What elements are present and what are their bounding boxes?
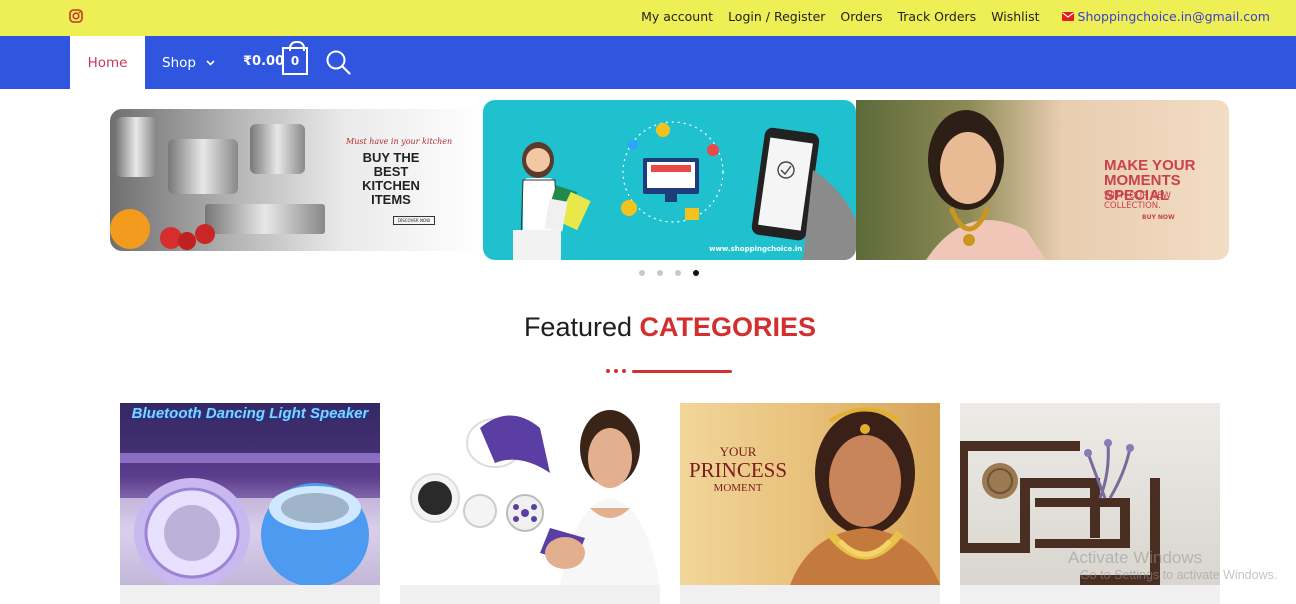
slide2-website: www.shoppingchoice.in <box>709 245 803 253</box>
heading-accent: CATEGORIES <box>639 312 817 342</box>
slide-online-shopping[interactable]: www.shoppingchoice.in <box>483 100 856 260</box>
wishlist-link[interactable]: Wishlist <box>991 9 1039 24</box>
slide3-subline: WITH OUR NEW COLLECTION. <box>1104 191 1171 211</box>
windows-activation-watermark: Activate Windows Go to Settings to activ… <box>1068 548 1277 582</box>
orange-image <box>110 209 150 249</box>
mail-icon <box>1061 12 1074 21</box>
email-text: Shoppingchoice.in@gmail.com <box>1077 9 1270 24</box>
tomato-image <box>195 224 215 244</box>
nav-shop-label: Shop <box>162 54 196 71</box>
featured-categories-heading: Featured CATEGORIES <box>0 312 1296 343</box>
tomato-image <box>178 232 196 250</box>
category-caption-bar <box>680 585 940 604</box>
underline-dot <box>614 369 618 373</box>
search-icon[interactable] <box>325 49 351 75</box>
track-orders-link[interactable]: Track Orders <box>897 9 976 24</box>
slider-dot-3[interactable] <box>675 270 681 276</box>
category-caption-bar <box>400 585 660 604</box>
top-links: My account Login / Register Orders Track… <box>626 9 1270 24</box>
top-bar: My account Login / Register Orders Track… <box>0 0 1296 36</box>
instagram-icon[interactable] <box>69 9 83 23</box>
kitchen-utensils-image <box>205 204 325 234</box>
underline-dot <box>622 369 626 373</box>
heading-underline <box>606 369 732 373</box>
kitchen-pot-image <box>168 139 238 194</box>
watermark-line2: Go to Settings to activate Windows. <box>1080 568 1278 582</box>
watermark-line1: Activate Windows <box>1068 548 1203 567</box>
category-image-speaker: Bluetooth Dancing Light Speaker <box>120 403 380 585</box>
slider-dot-4[interactable] <box>693 270 699 276</box>
my-account-link[interactable]: My account <box>641 9 713 24</box>
orders-link[interactable]: Orders <box>840 9 882 24</box>
nav-shop[interactable]: Shop <box>162 36 215 89</box>
princess-moment-title: YOUR PRINCESS MOMENT <box>688 443 788 497</box>
buy-now-button[interactable]: BUY NOW <box>1142 214 1175 221</box>
cart-count: 0 <box>290 54 300 68</box>
chevron-down-icon <box>206 59 215 66</box>
login-register-link[interactable]: Login / Register <box>728 9 825 24</box>
email-link[interactable]: Shoppingchoice.in@gmail.com <box>1061 9 1270 24</box>
underline-bar <box>632 369 732 373</box>
heading-plain: Featured <box>523 312 633 342</box>
category-card-speaker[interactable]: Bluetooth Dancing Light Speaker <box>120 403 380 604</box>
kitchen-pot-image <box>250 124 305 174</box>
slide-kitchen[interactable]: Must have in your kitchen BUY THE BEST K… <box>110 109 483 251</box>
princess-title-line2: PRINCESS <box>688 458 788 482</box>
main-nav: Home Shop ₹0.00 0 <box>0 36 1296 89</box>
category-card-massager[interactable] <box>400 403 660 604</box>
slider-dot-1[interactable] <box>639 270 645 276</box>
category-caption-bar <box>120 585 380 604</box>
category-image-jewellery: YOUR PRINCESS MOMENT <box>680 403 940 585</box>
nav-home[interactable]: Home <box>70 36 145 89</box>
shopping-illustration <box>513 121 856 260</box>
massager-photo <box>410 410 660 585</box>
slide-jewellery[interactable]: MAKE YOUR MOMENTS SPECIAL WITH OUR NEW C… <box>856 100 1229 260</box>
discover-now-button[interactable]: DISCOVER NOW <box>393 216 435 225</box>
cart-icon[interactable]: 0 <box>282 41 308 75</box>
slide1-headline: BUY THE BEST KITCHEN ITEMS <box>362 150 420 207</box>
slide1-tagline: Must have in your kitchen <box>346 137 453 146</box>
slider-pagination <box>639 270 711 276</box>
category-caption-bar <box>960 585 1220 604</box>
category-image-massager <box>400 403 660 585</box>
speaker-photo <box>120 403 380 585</box>
category-card-jewellery[interactable]: YOUR PRINCESS MOMENT <box>680 403 940 604</box>
underline-dot <box>606 369 610 373</box>
slider-dot-2[interactable] <box>657 270 663 276</box>
speaker-image-title: Bluetooth Dancing Light Speaker <box>131 405 369 422</box>
kitchen-pot-image <box>116 117 156 177</box>
cart-total[interactable]: ₹0.00 <box>243 54 284 69</box>
